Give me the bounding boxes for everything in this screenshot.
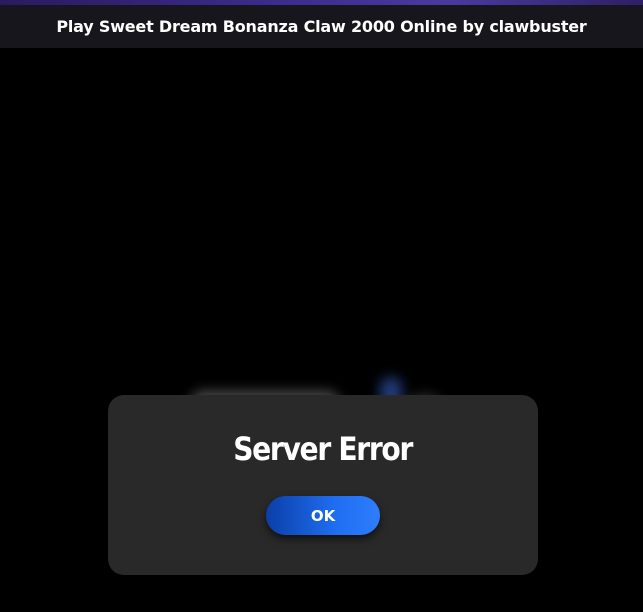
error-dialog: Server Error OK <box>108 395 538 575</box>
page-title: Play Sweet Dream Bonanza Claw 2000 Onlin… <box>56 17 587 36</box>
title-bar: Play Sweet Dream Bonanza Claw 2000 Onlin… <box>0 5 643 48</box>
dialog-title: Server Error <box>233 430 414 468</box>
ok-button[interactable]: OK <box>266 496 380 535</box>
